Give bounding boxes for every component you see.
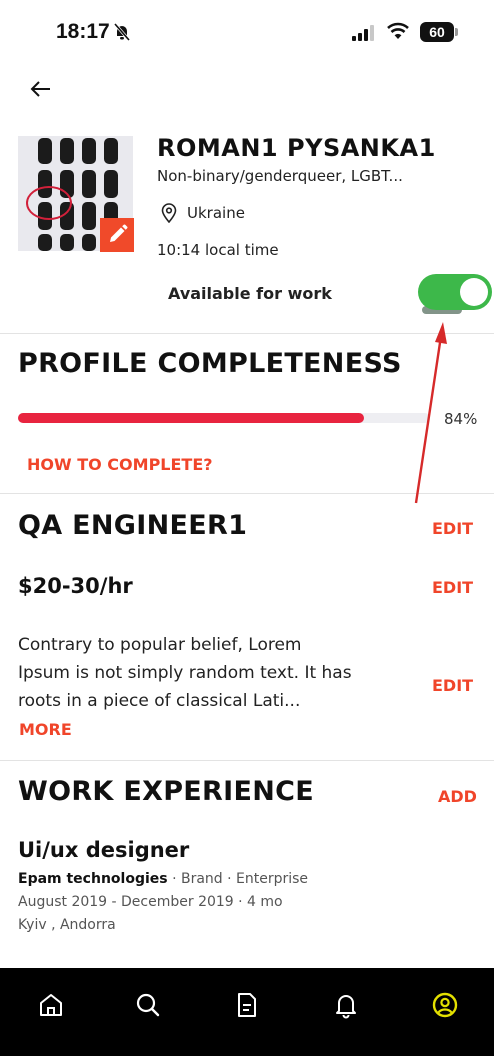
experience-company-line: Epam technologies · Brand · Enterprise <box>18 871 308 887</box>
profile-gender: Non-binary/genderqueer, LGBT... <box>157 167 403 185</box>
profile-local-time: 10:14 local time <box>157 241 279 259</box>
add-experience-button[interactable]: ADD <box>438 787 477 806</box>
experience-company: Epam technologies <box>18 871 168 887</box>
divider <box>0 493 494 494</box>
toggle-knob <box>460 278 488 306</box>
edit-rate-button[interactable]: EDIT <box>432 578 473 597</box>
document-icon[interactable] <box>232 990 262 1020</box>
back-arrow-icon[interactable] <box>28 76 54 102</box>
completeness-progress-bar <box>18 413 430 423</box>
signal-icon <box>352 25 374 41</box>
bell-icon[interactable] <box>331 990 361 1020</box>
profile-name: ROMAN1 PYSANKA1 <box>157 134 436 162</box>
bio-text: Contrary to popular belief, Lorem Ipsum … <box>18 635 352 711</box>
completeness-percent: 84% <box>444 410 478 428</box>
wifi-icon <box>387 22 409 39</box>
experience-tags: · Brand · Enterprise <box>172 871 309 887</box>
profile-completeness-title: PROFILE COMPLETENESS <box>18 348 402 379</box>
profile-icon[interactable] <box>430 990 460 1020</box>
how-to-complete-link[interactable]: HOW TO COMPLETE? <box>27 455 213 474</box>
bottom-navigation <box>0 968 494 1056</box>
divider <box>0 333 494 334</box>
hourly-rate: $20-30/hr <box>18 574 133 598</box>
edit-photo-button[interactable] <box>100 218 134 252</box>
status-time: 18:17 <box>56 20 110 43</box>
available-for-work-label: Available for work <box>168 284 332 303</box>
more-link[interactable]: MORE <box>19 720 72 739</box>
home-icon[interactable] <box>36 990 66 1020</box>
available-for-work-toggle[interactable] <box>418 274 492 310</box>
edit-job-title-button[interactable]: EDIT <box>432 519 473 538</box>
experience-role[interactable]: Ui/ux designer <box>18 838 189 862</box>
job-title: QA ENGINEER1 <box>18 510 248 541</box>
divider <box>0 760 494 761</box>
battery-cap <box>455 28 458 36</box>
status-bar: 18:17 60 <box>0 0 494 60</box>
silent-bell-icon <box>113 23 131 41</box>
experience-dates: August 2019 - December 2019 · 4 mo <box>18 894 283 910</box>
profile-location: Ukraine <box>187 204 245 222</box>
battery-indicator: 60 <box>420 22 454 42</box>
highlight-circle <box>26 186 72 220</box>
edit-bio-button[interactable]: EDIT <box>432 676 473 695</box>
work-experience-title: WORK EXPERIENCE <box>18 776 314 807</box>
location-pin-icon <box>161 203 177 223</box>
experience-place: Kyiv , Andorra <box>18 917 116 933</box>
search-icon[interactable] <box>133 990 163 1020</box>
completeness-progress-fill <box>18 413 365 423</box>
